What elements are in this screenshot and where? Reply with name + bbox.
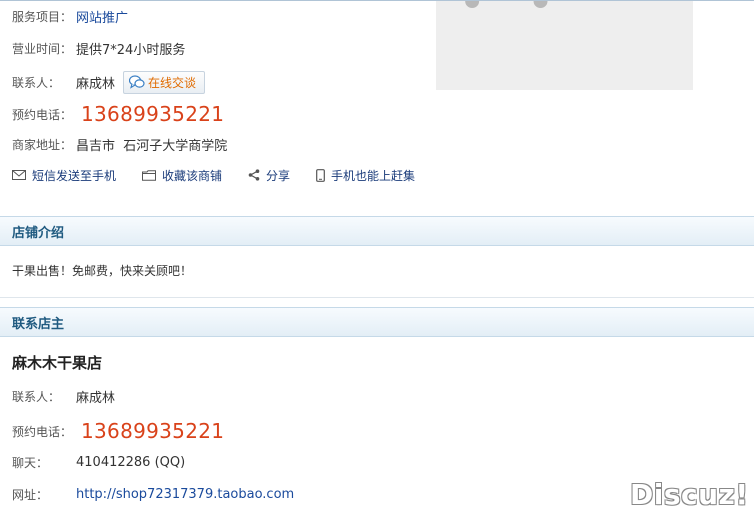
shop-name: 麻木木干果店 xyxy=(12,354,103,372)
favorite-shop-button[interactable]: 收藏该商铺 xyxy=(142,167,222,184)
contact-value: 麻成林 xyxy=(76,76,116,92)
online-chat-button[interactable]: 在线交谈 xyxy=(123,70,206,94)
contact-owner-title: 联系店主 xyxy=(12,316,65,332)
shop-photo[interactable]: •• xyxy=(436,1,693,90)
shop-intro-title: 店铺介绍 xyxy=(12,225,65,241)
discuz-watermark: Discuz! xyxy=(630,478,749,511)
hours-value: 提供7*24小时服务 xyxy=(76,42,186,58)
owner-website-link[interactable]: http://shop72317379.taobao.com xyxy=(76,487,294,502)
service-label: 服务项目： xyxy=(12,9,73,24)
owner-contact-row: 联系人： 麻成林 xyxy=(12,386,115,406)
owner-chat-label: 聊天： xyxy=(12,455,49,470)
owner-phone-row: 预约电话： 13689935221 xyxy=(12,418,224,444)
owner-phone-number: 13689935221 xyxy=(81,419,225,443)
mobile-phone-icon xyxy=(316,168,325,182)
folder-icon xyxy=(142,169,157,181)
owner-chat-value: 410412286 (QQ) xyxy=(76,454,186,470)
online-chat-label: 在线交谈 xyxy=(148,75,197,90)
envelope-icon xyxy=(12,170,26,180)
share-icon xyxy=(248,169,260,181)
shop-intro-text: 干果出售！免邮费，快来关顾吧！ xyxy=(12,264,193,278)
contact-row: 联系人： 麻成林 在线交谈 xyxy=(12,70,206,94)
owner-contact-value: 麻成林 xyxy=(76,390,116,406)
contact-label: 联系人： xyxy=(12,75,61,90)
address-label: 商家地址： xyxy=(12,137,73,152)
service-row: 服务项目： 网站推广 xyxy=(12,6,128,26)
sms-button[interactable]: 短信发送至手机 xyxy=(12,167,116,184)
owner-phone-label: 预约电话： xyxy=(12,424,73,439)
owner-chat-row: 聊天： 410412286 (QQ) xyxy=(12,452,185,472)
share-label: 分享 xyxy=(266,168,291,183)
service-link[interactable]: 网站推广 xyxy=(76,7,128,26)
action-bar: 短信发送至手机 收藏该商铺 分享 手机也能上赶集 xyxy=(12,166,441,184)
favorite-shop-label: 收藏该商铺 xyxy=(162,168,223,183)
contact-owner-header: 联系店主 xyxy=(0,307,754,337)
section-divider xyxy=(0,297,754,298)
address-value: 昌吉市 石河子大学商学院 xyxy=(76,138,228,154)
hours-row: 营业时间： 提供7*24小时服务 xyxy=(12,38,185,58)
sms-label: 短信发送至手机 xyxy=(32,168,117,183)
share-button[interactable]: 分享 xyxy=(248,167,290,184)
owner-website-label: 网址： xyxy=(12,487,49,502)
hours-label: 营业时间： xyxy=(12,41,73,56)
owner-website-row: 网址： http://shop72317379.taobao.com xyxy=(12,484,294,504)
shop-info-panel: •• 服务项目： 网站推广 营业时间： 提供7*24小时服务 联系人： 麻成林 … xyxy=(0,0,754,207)
photo-decoration: •• xyxy=(458,1,595,31)
owner-contact-label: 联系人： xyxy=(12,389,61,404)
chat-bubble-icon xyxy=(129,75,145,89)
phone-label: 预约电话： xyxy=(12,107,73,122)
phone-number: 13689935221 xyxy=(81,102,225,126)
mobile-label: 手机也能上赶集 xyxy=(331,168,416,183)
phone-row: 预约电话： 13689935221 xyxy=(12,101,224,127)
mobile-button[interactable]: 手机也能上赶集 xyxy=(316,167,415,184)
address-row: 商家地址： 昌吉市 石河子大学商学院 xyxy=(12,134,227,154)
shop-intro-header: 店铺介绍 xyxy=(0,216,754,246)
